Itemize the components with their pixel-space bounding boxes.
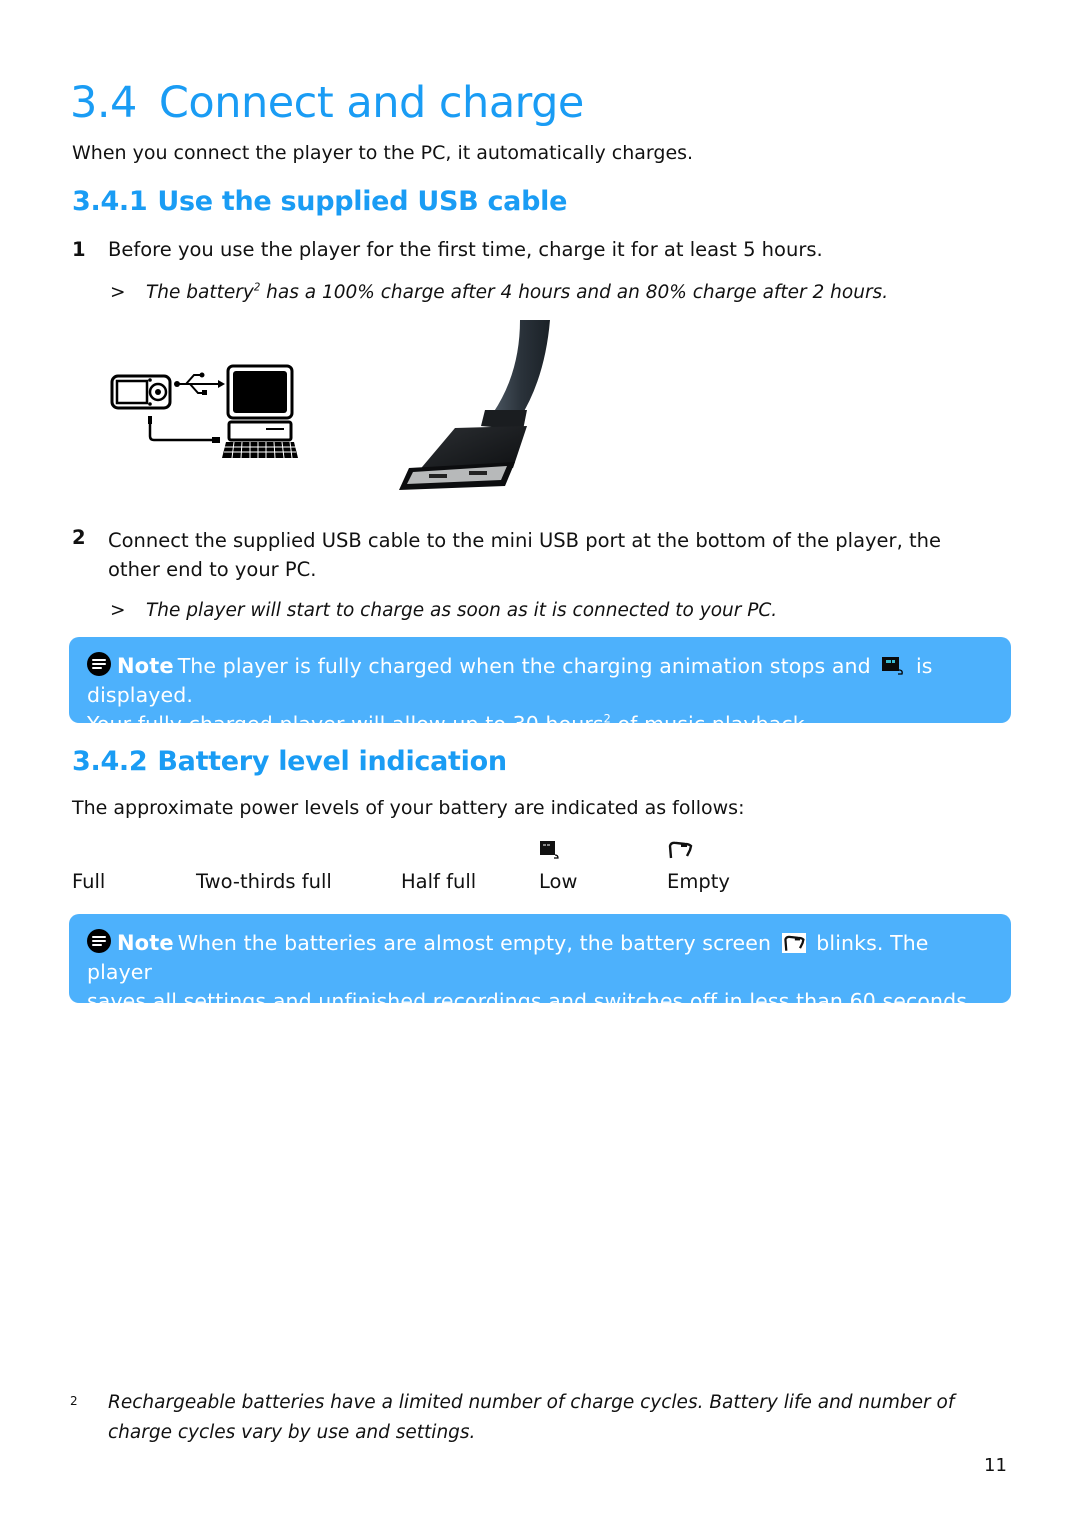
footnote-text: Rechargeable batteries have a limited nu… xyxy=(108,1392,955,1443)
section-number: 3.4 xyxy=(70,78,137,128)
page-number: 11 xyxy=(984,1455,1007,1476)
note-label: Note xyxy=(117,931,174,955)
battery-intro: The approximate power levels of your bat… xyxy=(72,797,745,819)
result-text-pre: The battery xyxy=(146,282,254,303)
note-text: Your fully charged player will allow up … xyxy=(87,712,604,736)
step-2: 2 Connect the supplied USB cable to the m… xyxy=(72,526,978,584)
note-icon xyxy=(87,929,111,953)
note-text: The player is fully charged when the cha… xyxy=(177,654,871,678)
result-marker: > xyxy=(110,282,126,303)
battery-full-charged-icon xyxy=(882,657,904,675)
cable-line-icon xyxy=(148,416,220,443)
section-title: 3.4 Connect and charge xyxy=(70,78,584,128)
usb-cable-plug-photo xyxy=(399,320,550,490)
battery-level-empty: Empty xyxy=(667,870,730,893)
section-title-text: Connect and charge xyxy=(158,78,584,128)
section-intro: When you connect the player to the PC, i… xyxy=(72,142,694,164)
player-to-pc-usb-diagram xyxy=(110,364,298,459)
note-text: of music playback. xyxy=(610,712,812,736)
footnote-ref: 2 xyxy=(603,712,611,726)
result-text: The player will start to charge as soon … xyxy=(146,600,778,621)
footnote: 2 Rechargeable batteries have a limited … xyxy=(70,1388,970,1458)
battery-low-icon xyxy=(540,841,559,859)
step-text: Before you use the player for the first … xyxy=(108,238,823,261)
battery-empty-screen-icon xyxy=(781,933,806,953)
battery-empty-icon xyxy=(668,841,693,859)
step-number: 1 xyxy=(72,238,86,261)
step-text: Connect the supplied USB cable to the mi… xyxy=(108,529,941,581)
battery-level-half: Half full xyxy=(401,870,477,893)
subsection-usb-number: 3.4.1 xyxy=(72,186,148,217)
battery-level-low: Low xyxy=(539,870,578,893)
computer-icon xyxy=(222,364,298,459)
battery-level-full: Full xyxy=(72,870,106,893)
result-marker: > xyxy=(110,600,126,621)
note-label: Note xyxy=(117,654,174,678)
step-number: 2 xyxy=(72,526,86,549)
note-box-charging: Note The player is fully charged when the… xyxy=(69,637,1011,736)
footnote-mark: 2 xyxy=(70,1394,78,1408)
step-1-result: > The battery2 has a 100% charge after 4 … xyxy=(110,282,888,303)
result-text-post: has a 100% charge after 4 hours and an 8… xyxy=(260,282,889,303)
note-icon xyxy=(87,652,111,676)
subsection-battery-number: 3.4.2 xyxy=(72,746,148,777)
note-text: When the batteries are almost empty, the… xyxy=(177,931,772,955)
step-1: 1 Before you use the player for the first… xyxy=(72,238,823,261)
subsection-battery-title-text: Battery level indication xyxy=(157,746,507,777)
battery-level-two-thirds: Two-thirds full xyxy=(196,870,332,893)
subsection-usb-title-text: Use the supplied USB cable xyxy=(157,186,568,217)
note-text: saves all settings and unfinished record… xyxy=(87,989,974,1013)
step-2-result: > The player will start to charge as soon… xyxy=(110,600,777,621)
note-box-low-battery: Note When the batteries are almost empty,… xyxy=(69,914,1011,1013)
mp3-player-icon xyxy=(110,374,172,410)
usb-symbol-icon xyxy=(174,372,225,395)
subsection-battery-title: 3.4.2 Battery level indication xyxy=(72,746,507,777)
subsection-usb-title: 3.4.1 Use the supplied USB cable xyxy=(72,186,567,217)
